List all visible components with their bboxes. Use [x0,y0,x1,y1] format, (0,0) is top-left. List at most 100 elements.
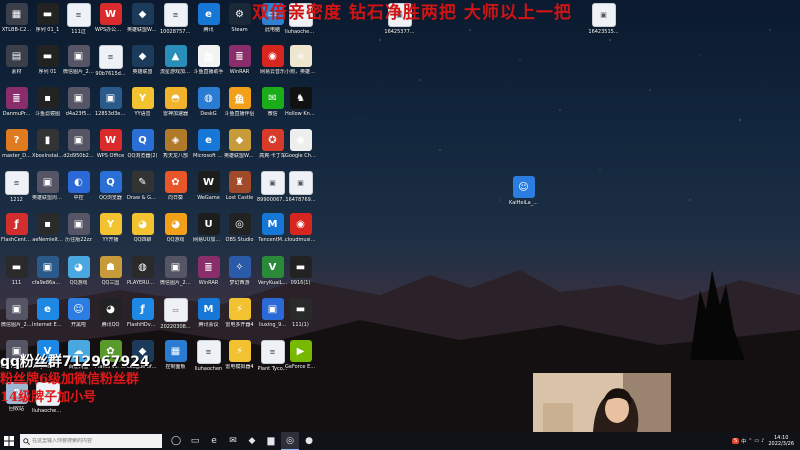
desktop-icon[interactable]: ◕ 腾讯QQ [95,297,126,339]
desktop-icon[interactable]: 鱼斗鱼直播助手 [193,44,224,86]
desktop-icon[interactable]: ◍ PLAYERUNKNOWN BATTLEGR... [127,255,158,297]
desktop-icon[interactable]: ▬ 111(1) [285,297,316,339]
desktop-icon[interactable]: M 腾讯会议 [193,297,224,339]
desktop-icon[interactable]: ≣ WinRAR [224,44,255,86]
desktop-icon[interactable]: ≣ WinRAR [193,255,224,297]
desktop-icon[interactable]: ▣ cfa9e86ae... [32,255,63,297]
desktop-icon[interactable]: ▬ 111 [1,255,32,297]
desktop-icon[interactable]: ☺ 开黑啦 [63,297,94,339]
desktop-icon[interactable]: Q QQ浏览器 [95,170,126,212]
desktop-icon[interactable]: ≡ Plant Tyco... [257,339,288,381]
desktop-icon[interactable]: ⚡ 雷电模拟器4 [224,339,255,381]
desktop-icon[interactable]: 鱼斗鱼直播伴侣 [224,86,255,128]
desktop-icon[interactable]: ▣ 16478769... [285,170,316,212]
desktop-icon[interactable]: Q QQ浏览器(2) [127,128,158,170]
desktop-icon[interactable]: ƒ FlashHDv2... [127,297,158,339]
desktop-icon[interactable]: ▤ 素材 [1,44,32,86]
taskbar-app-button[interactable]: e [205,432,223,450]
desktop-icon[interactable]: Y YY语音 [127,86,158,128]
desktop-icon[interactable]: ▶ GeForce Experience [285,339,316,381]
desktop-icon[interactable]: ▣ 16423515... [588,2,619,44]
desktop-icon[interactable]: ▪ aeNemielt... [32,212,63,254]
desktop-icon[interactable]: ▣ d2d950b2... [63,128,94,170]
desktop-icon[interactable]: ✧ 梦幻西游 [224,255,255,297]
desktop-icon[interactable]: ≡ 111过 [63,2,94,44]
taskbar-clock[interactable]: 14:10 2022/3/26 [768,435,794,447]
desktop-icon[interactable]: ◍ DeskG [193,86,224,128]
desktop-icon[interactable]: W WeGame [193,170,224,212]
taskbar-app-button[interactable]: ◎ [281,432,299,450]
desktop-icon[interactable]: ◐ 中控 [63,170,94,212]
network-icon[interactable]: ▭ [754,438,759,444]
desktop-icon[interactable]: V VeryKuaiL... [257,255,288,297]
desktop-icon[interactable]: ◕ QQ四聊 [127,212,158,254]
desktop-icon[interactable]: ▣ 微信图片_2021102... [63,44,94,86]
desktop-icon[interactable]: e 腾讯 [193,2,224,44]
desktop-icon[interactable]: ▦ XTLBB-C2... [1,2,32,44]
taskbar-app-button[interactable]: ▆ [262,432,280,450]
desktop-icon[interactable]: ≡ liuhaochen [193,339,224,381]
desktop-icon[interactable]: ◆ 英雄联盟WeGame版 [224,128,255,170]
desktop-icon[interactable]: ◉ Google Chrome [285,128,316,170]
desktop-icon[interactable]: ▣ 微信图片_2021111... [1,297,32,339]
desktop-icon[interactable]: ≣ DanmuPr... [1,86,32,128]
desktop-icon[interactable]: ▲ 流星游戏加速器 [160,44,191,86]
desktop-icon[interactable]: ? master_D... [1,128,32,170]
desktop-icon[interactable]: ◎ OBS Studio [224,212,255,254]
desktop-icon[interactable]: ▣ 12853d3e8... [95,86,126,128]
ime-indicator[interactable]: 中 [741,438,746,445]
desktop-icon[interactable]: ✿ 向日葵 [160,170,191,212]
taskbar-app-button[interactable]: ◯ [167,432,185,450]
desktop-icon[interactable]: U 网易UU加速器 [193,212,224,254]
desktop-icon[interactable]: ✉ 微信 [257,86,288,128]
desktop-icon[interactable]: ☺ KaiHeiLa_... [508,175,539,217]
volume-icon[interactable]: ♪ [761,438,764,444]
desktop-icon[interactable]: ▣ 英雄联盟周边个性定制... [32,170,63,212]
desktop-icon[interactable]: ▬ 序列 01_1 [32,2,63,44]
desktop-icon[interactable]: ♞ Hollow Knight [285,86,316,128]
desktop-icon[interactable]: ✪ 高爽·卡丁车 [257,128,288,170]
desktop-icon[interactable]: ♜ Lost Castle [224,170,255,212]
start-button[interactable] [0,432,18,450]
desktop-icon[interactable]: W WPS Office [95,128,126,170]
desktop-icon[interactable]: ▣ 历往版22zz [63,212,94,254]
desktop-icon[interactable]: ◆ 英雄联盟WeGame版 [127,2,158,44]
desktop-icon[interactable]: ▪ 斗鱼滤镜图 [32,86,63,128]
desktop-icon[interactable]: ◉ cloudmusic... [285,212,316,254]
desktop-icon[interactable]: ◈ 秀天龙八部 [160,128,191,170]
desktop-icon[interactable]: ☠ 小狗，英雄杀手(Skul Th... [285,44,316,86]
tray-app-icon[interactable]: S [732,438,740,444]
desktop-icon[interactable]: ▣ d4a23f5... [63,86,94,128]
desktop-icon[interactable]: ◓ 雷神加速器 [160,86,191,128]
desktop-icon[interactable]: ▣ liuxing_9... [257,297,288,339]
desktop-icon[interactable]: e Internet Explorer [32,297,63,339]
desktop-icon[interactable]: ≡ 1212 [1,170,32,212]
desktop-icon[interactable]: M TencentM... [257,212,288,254]
desktop-icon[interactable]: ≡ 90b7615d... [95,44,126,86]
taskbar-app-button[interactable]: ✉ [224,432,242,450]
search-input[interactable] [32,438,160,444]
taskbar-app-button[interactable]: ◆ [243,432,261,450]
desktop-icon[interactable]: ◉ 网易云音乐 [257,44,288,86]
desktop-icon[interactable]: ▦ 控制面板 [160,339,191,381]
chevron-up-icon[interactable]: ⌃ [748,438,752,444]
taskbar-app-button[interactable]: ▭ [186,432,204,450]
desktop-icon[interactable]: ▭ 20220308... [160,297,191,339]
desktop-icon[interactable]: ✎ Draw & Guess [127,170,158,212]
taskbar-app-button[interactable]: ● [300,432,318,450]
desktop-icon[interactable]: ▣ 89900067_... [257,170,288,212]
desktop-icon[interactable]: ▬ 0916(1) [285,255,316,297]
desktop-icon[interactable]: e Microsoft Edge [193,128,224,170]
desktop-icon[interactable]: ☗ QQ三国 [95,255,126,297]
desktop-icon[interactable]: ⚡ 雷电多开器4 [224,297,255,339]
desktop-icon[interactable]: ◕ QQ游戏 [63,255,94,297]
desktop-icon[interactable]: ▣ 微信图片_2022011... [160,255,191,297]
desktop-icon[interactable]: ≡ 10028757r... [160,2,191,44]
desktop-icon[interactable]: ƒ FlashCente... [1,212,32,254]
desktop-icon[interactable]: ◕ QQ游戏 [160,212,191,254]
desktop-icon[interactable]: ▬ 序列 01 [32,44,63,86]
desktop-icon[interactable]: ⚙ Steam [224,2,255,44]
desktop-icon[interactable]: W WPS办公助手 [95,2,126,44]
desktop-icon[interactable]: ▮ XboxInstal... [32,128,63,170]
desktop-icon[interactable]: Y YY开播 [95,212,126,254]
